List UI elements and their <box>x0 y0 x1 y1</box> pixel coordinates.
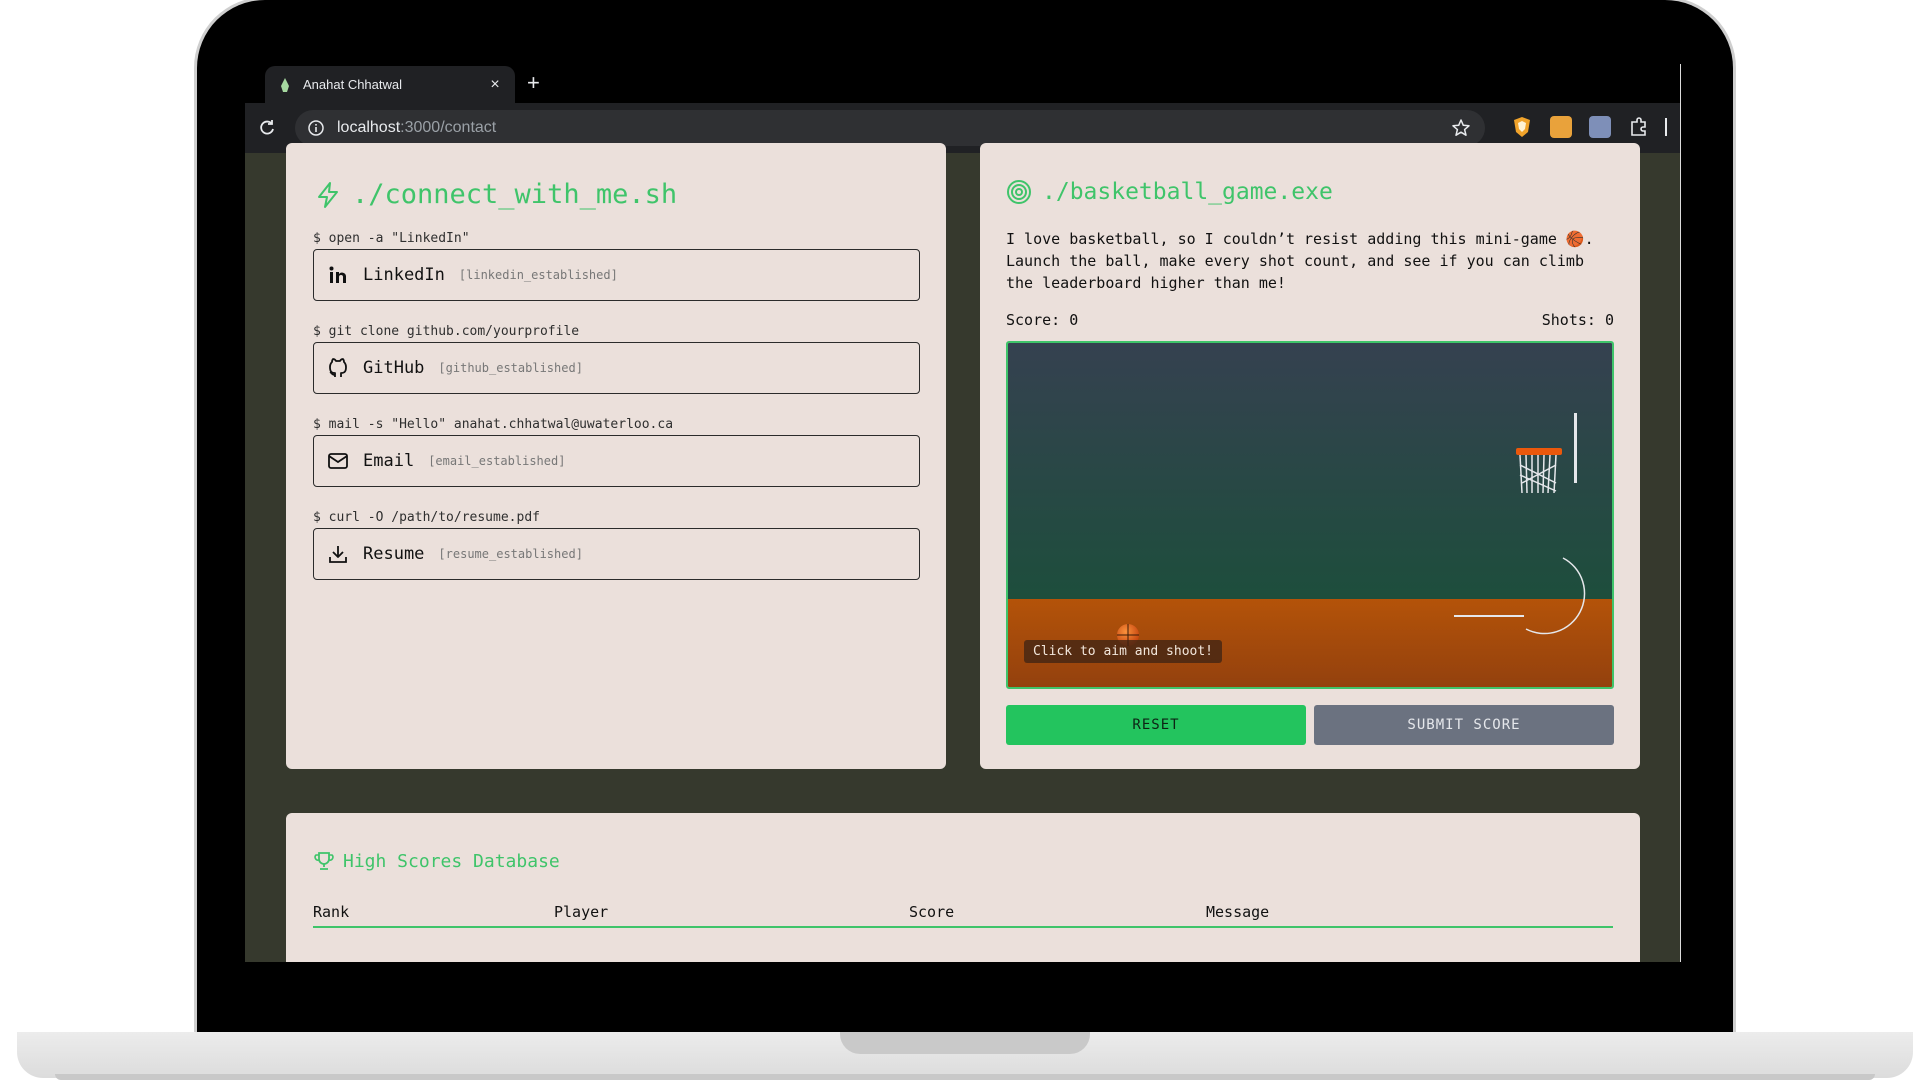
game-title: ./basketball_game.exe <box>1006 179 1333 205</box>
github-link[interactable]: GitHub [github_established] <box>313 342 920 394</box>
linkedin-status: [linkedin_established] <box>458 268 618 282</box>
tab-title: Anahat Chhatwal <box>303 77 403 92</box>
court-scene <box>1008 343 1612 687</box>
trophy-icon <box>314 852 334 870</box>
resume-command: $ curl -O /path/to/resume.pdf <box>313 510 540 525</box>
github-status: [github_established] <box>438 361 583 375</box>
extensions-puzzle-icon[interactable] <box>1628 116 1650 138</box>
brave-shield-icon[interactable] <box>1511 116 1533 138</box>
column-header-score: Score <box>909 903 955 921</box>
linkedin-label: LinkedIn <box>363 265 445 285</box>
game-canvas[interactable]: Click to aim and shoot! <box>1006 341 1614 689</box>
submit-score-button[interactable]: SUBMIT SCORE <box>1314 705 1614 745</box>
high-scores-title-text: High Scores Database <box>343 850 560 872</box>
url-host: localhost <box>337 119 401 136</box>
score-display: Score: 0 <box>1006 311 1079 329</box>
linkedin-icon <box>329 266 346 283</box>
email-link[interactable]: Email [email_established] <box>313 435 920 487</box>
favicon-icon <box>281 77 289 92</box>
aim-hint: Click to aim and shoot! <box>1024 640 1223 663</box>
new-tab-button[interactable]: + <box>527 72 540 94</box>
laptop-notch <box>840 1032 1090 1054</box>
lightning-icon <box>318 181 338 208</box>
url-path: :3000/contact <box>400 119 497 136</box>
site-info-icon[interactable] <box>307 119 325 137</box>
table-header-divider <box>313 926 1613 928</box>
hoop-rim <box>1516 448 1562 455</box>
column-header-player: Player <box>554 903 609 921</box>
address-bar[interactable]: localhost:3000/contact <box>295 110 1485 146</box>
column-header-rank: Rank <box>313 903 350 921</box>
shots-display: Shots: 0 <box>1541 311 1614 329</box>
bookmark-star-icon[interactable] <box>1451 118 1471 138</box>
extension-icon[interactable] <box>1550 116 1572 138</box>
extension-icon[interactable] <box>1589 116 1611 138</box>
connect-title: ./connect_with_me.sh <box>314 179 677 210</box>
mail-icon <box>328 453 348 469</box>
reset-button[interactable]: RESET <box>1006 705 1306 745</box>
browser-tab[interactable]: Anahat Chhatwal × <box>265 66 515 103</box>
game-description: I love basketball, so I couldn’t resist … <box>1006 230 1594 292</box>
resume-status: [resume_established] <box>438 547 583 561</box>
resume-link[interactable]: Resume [resume_established] <box>313 528 920 580</box>
connect-title-text: ./connect_with_me.sh <box>352 179 678 210</box>
screen-edge <box>1680 64 1681 962</box>
connect-card: ./connect_with_me.sh $ open -a "LinkedIn… <box>286 143 946 769</box>
target-icon <box>1007 180 1031 204</box>
laptop-base-shadow <box>55 1074 1875 1080</box>
download-icon <box>329 546 347 563</box>
close-tab-icon[interactable]: × <box>483 76 507 94</box>
github-command: $ git clone github.com/yourprofile <box>313 324 580 339</box>
browser-window: Anahat Chhatwal × + localhost:3000/conta… <box>245 64 1681 962</box>
basketball-game-card: ./basketball_game.exe I love basketball,… <box>980 143 1640 769</box>
backboard <box>1574 413 1577 483</box>
email-status: [email_established] <box>428 454 566 468</box>
email-command: $ mail -s "Hello" anahat.chhatwal@uwater… <box>313 417 674 432</box>
github-label: GitHub <box>363 358 425 378</box>
resume-label: Resume <box>363 544 425 564</box>
column-header-message: Message <box>1206 903 1270 921</box>
page-content: ./connect_with_me.sh $ open -a "LinkedIn… <box>245 143 1681 962</box>
reload-icon[interactable] <box>257 118 277 138</box>
game-title-text: ./basketball_game.exe <box>1042 179 1333 205</box>
email-label: Email <box>363 451 415 471</box>
toolbar-divider <box>1665 118 1667 136</box>
tab-bar: Anahat Chhatwal × + <box>245 64 1681 103</box>
linkedin-command: $ open -a "LinkedIn" <box>313 231 470 246</box>
github-icon <box>329 358 347 377</box>
linkedin-link[interactable]: LinkedIn [linkedin_established] <box>313 249 920 301</box>
high-scores-title: High Scores Database <box>313 850 560 872</box>
high-scores-card: High Scores Database Rank Player Score M… <box>286 813 1640 962</box>
